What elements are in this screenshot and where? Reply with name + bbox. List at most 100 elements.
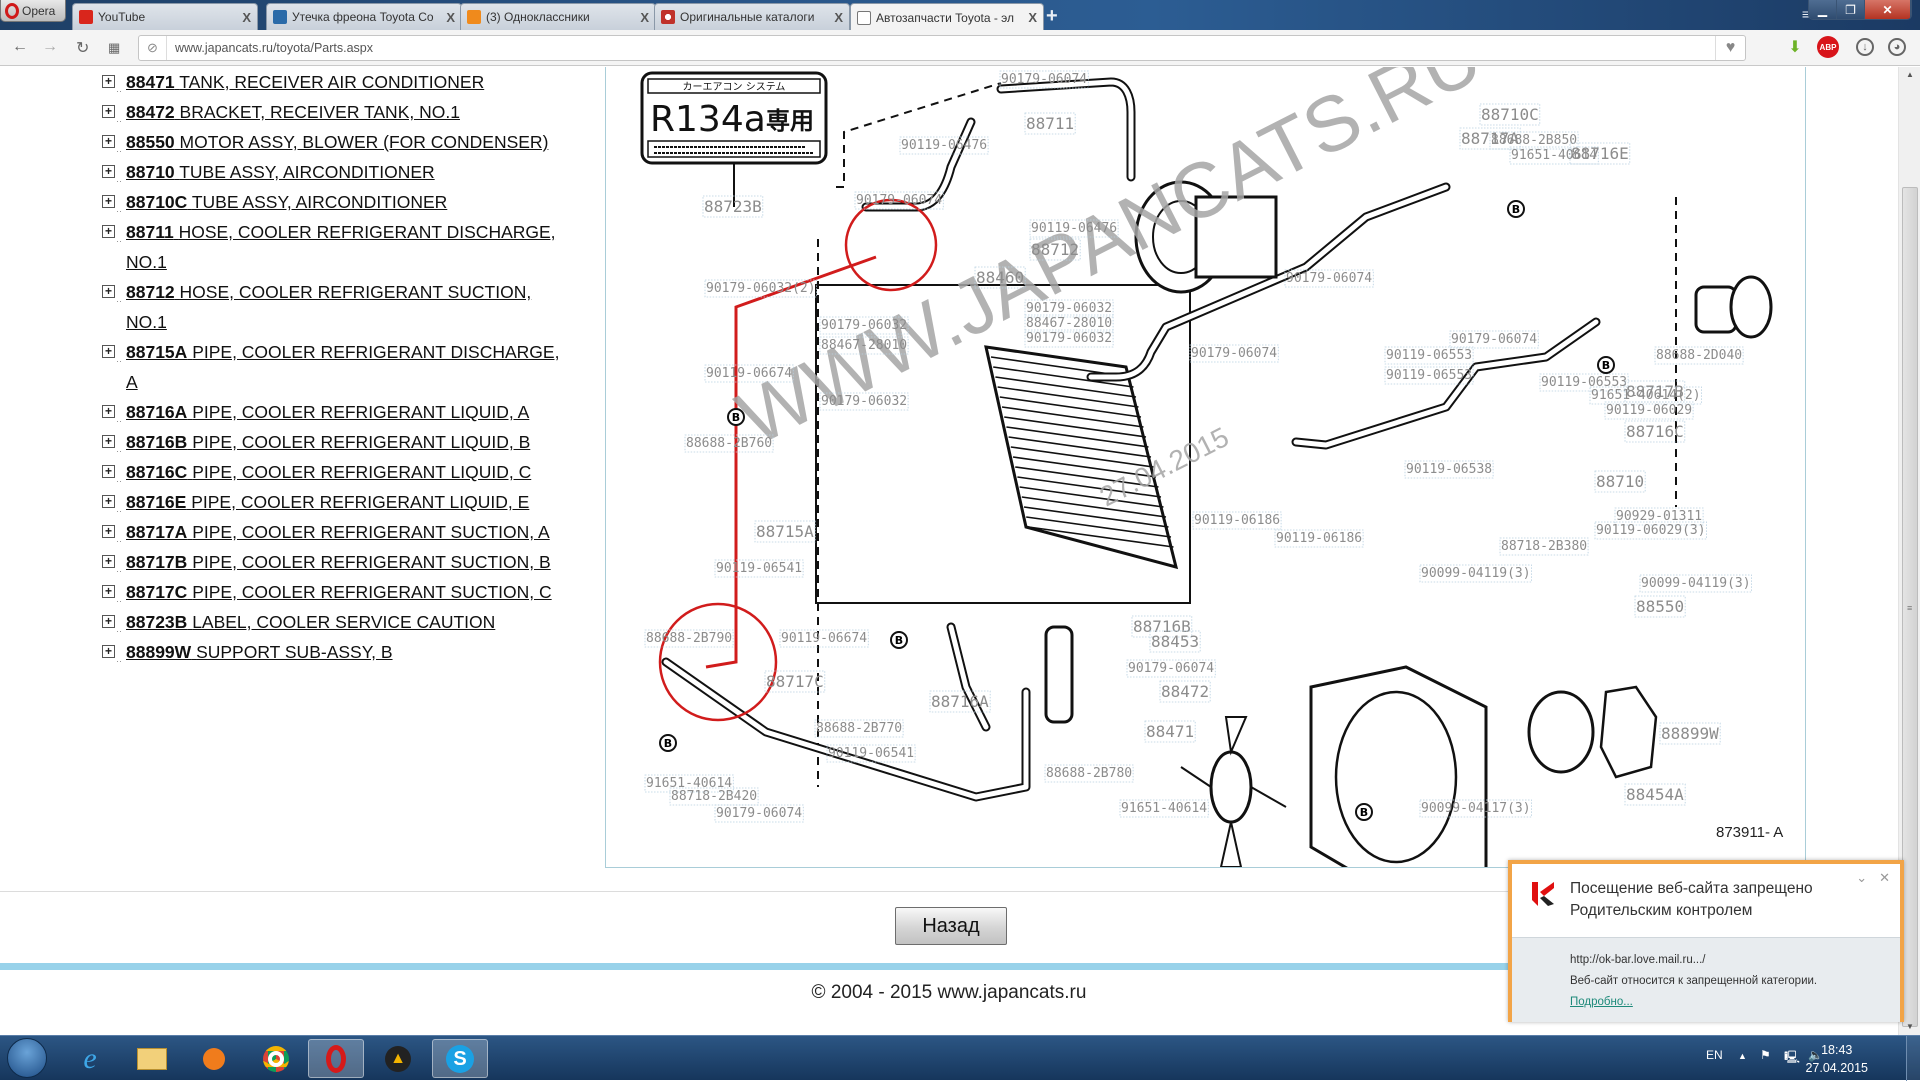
callout-label[interactable]: 90179-06032	[1024, 329, 1114, 348]
callout-label[interactable]: 88472	[1159, 680, 1211, 703]
account-icon[interactable]: ◕	[1888, 38, 1906, 56]
network-icon[interactable]: 🖳	[1784, 1048, 1800, 1069]
callout-label[interactable]: 91651-40614	[1119, 799, 1209, 818]
skype-icon[interactable]: S	[432, 1039, 488, 1078]
expand-plus-icon[interactable]: +	[102, 135, 115, 148]
part-link[interactable]: 88471 TANK, RECEIVER AIR CONDITIONER	[126, 72, 484, 92]
callout-label[interactable]: 88718-2B380	[1499, 537, 1589, 556]
part-link[interactable]: 88472 BRACKET, RECEIVER TANK, NO.1	[126, 102, 460, 122]
url-text[interactable]: www.japancats.ru/toyota/Parts.aspx	[175, 41, 373, 55]
site-info-icon[interactable]: ⊘	[139, 36, 167, 60]
callout-label[interactable]: 88688-2B780	[1044, 764, 1134, 783]
part-link[interactable]: 88716C PIPE, COOLER REFRIGERANT LIQUID, …	[126, 462, 531, 482]
expand-plus-icon[interactable]: +	[102, 585, 115, 598]
callout-label[interactable]: 90179-06074	[714, 804, 804, 823]
part-link[interactable]: 88723B LABEL, COOLER SERVICE CAUTION	[126, 612, 495, 632]
media-player-icon[interactable]	[186, 1039, 242, 1078]
part-link[interactable]: 88716B PIPE, COOLER REFRIGERANT LIQUID, …	[126, 432, 530, 452]
expand-plus-icon[interactable]: +	[102, 405, 115, 418]
expand-plus-icon[interactable]: +	[102, 615, 115, 628]
expand-plus-icon[interactable]: +	[102, 435, 115, 448]
callout-label[interactable]: 88688-2D040	[1654, 346, 1744, 365]
callout-label[interactable]: 88715A	[754, 520, 816, 543]
callout-label[interactable]: 90179-06074	[1189, 344, 1279, 363]
close-tab-icon[interactable]: X	[1028, 10, 1037, 25]
expand-plus-icon[interactable]: +	[102, 105, 115, 118]
scroll-up-button[interactable]: ▲	[1899, 67, 1920, 83]
callout-label[interactable]: 90119-06476	[899, 136, 989, 155]
callout-label[interactable]: 88467-28010	[819, 336, 909, 355]
system-clock[interactable]: 18:43 27.04.2015	[1805, 1041, 1868, 1077]
callout-label[interactable]: 90099-04117(3)	[1419, 799, 1532, 818]
reload-icon[interactable]: ↻	[76, 38, 89, 58]
expand-plus-icon[interactable]: +	[102, 165, 115, 178]
callout-label[interactable]: 90119-06553	[1384, 366, 1474, 385]
close-window-button[interactable]: ✕	[1865, 0, 1911, 19]
close-tab-icon[interactable]: X	[242, 10, 251, 25]
close-tab-icon[interactable]: X	[640, 10, 649, 25]
callout-label[interactable]: 88454A	[1624, 783, 1686, 806]
callout-label[interactable]: 90119-06674	[704, 364, 794, 383]
callout-label[interactable]: 90119-06186	[1274, 529, 1364, 548]
callout-label[interactable]: 90179-06032	[819, 392, 909, 411]
part-link[interactable]: 88717C PIPE, COOLER REFRIGERANT SUCTION,…	[126, 582, 552, 602]
expand-plus-icon[interactable]: +	[102, 285, 115, 298]
part-link[interactable]: 88710C TUBE ASSY, AIRCONDITIONER	[126, 192, 447, 212]
speed-dial-icon[interactable]: ▦	[108, 40, 120, 56]
tab-original-catalogs[interactable]: Оригинальные каталоги X	[654, 3, 850, 30]
callout-label[interactable]: 90179-06074	[1284, 269, 1374, 288]
callout-label[interactable]: 88710C	[1479, 103, 1541, 126]
part-link[interactable]: 88712 HOSE, COOLER REFRIGERANT SUCTION, …	[126, 282, 531, 332]
part-link[interactable]: 88550 MOTOR ASSY, BLOWER (FOR CONDENSER)	[126, 132, 548, 152]
callout-label[interactable]: 90179-06032	[819, 316, 909, 335]
part-link[interactable]: 88715A PIPE, COOLER REFRIGERANT DISCHARG…	[126, 342, 559, 392]
callout-label[interactable]: 90119-06538	[1404, 460, 1494, 479]
callout-label[interactable]: 90119-06186	[1192, 511, 1282, 530]
show-hidden-icons[interactable]: ▲	[1738, 1051, 1747, 1061]
forward-arrow-icon[interactable]: →	[42, 38, 58, 56]
callout-label[interactable]: 88550	[1634, 595, 1686, 618]
part-link[interactable]: 88710 TUBE ASSY, AIRCONDITIONER	[126, 162, 435, 182]
chrome-icon[interactable]	[248, 1039, 304, 1078]
part-link[interactable]: 88717A PIPE, COOLER REFRIGERANT SUCTION,…	[126, 522, 550, 542]
close-icon[interactable]: ✕	[1879, 870, 1890, 886]
expand-plus-icon[interactable]: +	[102, 75, 115, 88]
callout-label[interactable]: 88717C	[764, 670, 826, 693]
callout-label[interactable]: 90099-04119(3)	[1639, 574, 1752, 593]
close-tab-icon[interactable]: X	[446, 10, 455, 25]
callout-label[interactable]: 88723B	[702, 195, 764, 218]
expand-plus-icon[interactable]: +	[102, 495, 115, 508]
callout-label[interactable]: 88712	[1029, 238, 1081, 261]
part-link[interactable]: 88716A PIPE, COOLER REFRIGERANT LIQUID, …	[126, 402, 529, 422]
language-indicator[interactable]: EN	[1706, 1048, 1723, 1062]
callout-label[interactable]: 88710	[1594, 470, 1646, 493]
download-arrow-icon[interactable]: ⬇	[1784, 36, 1806, 58]
callout-label[interactable]: 88688-2B850	[1489, 131, 1579, 150]
aimp-icon[interactable]: ▲	[370, 1039, 426, 1078]
callout-label[interactable]: 88899W	[1659, 722, 1721, 745]
back-button[interactable]: Назад	[895, 907, 1007, 945]
tab-freon-leak[interactable]: Утечка фреона Toyota Co X	[266, 3, 462, 30]
file-explorer-icon[interactable]	[124, 1039, 180, 1078]
tab-odnoklassniki[interactable]: (3) Одноклассники X	[460, 3, 656, 30]
callout-label[interactable]: 90179-06074	[854, 191, 944, 210]
callout-label[interactable]: 90179-06032	[1024, 299, 1114, 318]
callout-label[interactable]: 90119-06674	[779, 629, 869, 648]
downloads-icon[interactable]: ↓	[1856, 38, 1874, 56]
part-link[interactable]: 88711 HOSE, COOLER REFRIGERANT DISCHARGE…	[126, 222, 556, 272]
callout-label[interactable]: 90179-06074	[1449, 330, 1539, 349]
tab-toyota-parts[interactable]: Автозапчасти Toyota - эл X	[850, 3, 1044, 31]
address-bar[interactable]: ⊘ www.japancats.ru/toyota/Parts.aspx ♥	[138, 35, 1746, 61]
opera-menu-button[interactable]: Opera	[0, 0, 66, 22]
callout-label[interactable]: 88716E	[1569, 142, 1631, 165]
scrollbar-thumb[interactable]: ≡	[1902, 187, 1918, 1027]
expand-plus-icon[interactable]: +	[102, 345, 115, 358]
minimize-button[interactable]: ▁	[1809, 0, 1837, 19]
callout-label[interactable]: 88717B	[1624, 380, 1686, 403]
callout-label[interactable]: 88453	[1149, 630, 1201, 653]
callout-label[interactable]: 88711	[1024, 112, 1076, 135]
windows-start-icon[interactable]	[7, 1038, 47, 1078]
tab-youtube[interactable]: YouTube X	[72, 3, 258, 30]
part-link[interactable]: 88716E PIPE, COOLER REFRIGERANT LIQUID, …	[126, 492, 529, 512]
back-arrow-icon[interactable]: ←	[12, 38, 28, 56]
